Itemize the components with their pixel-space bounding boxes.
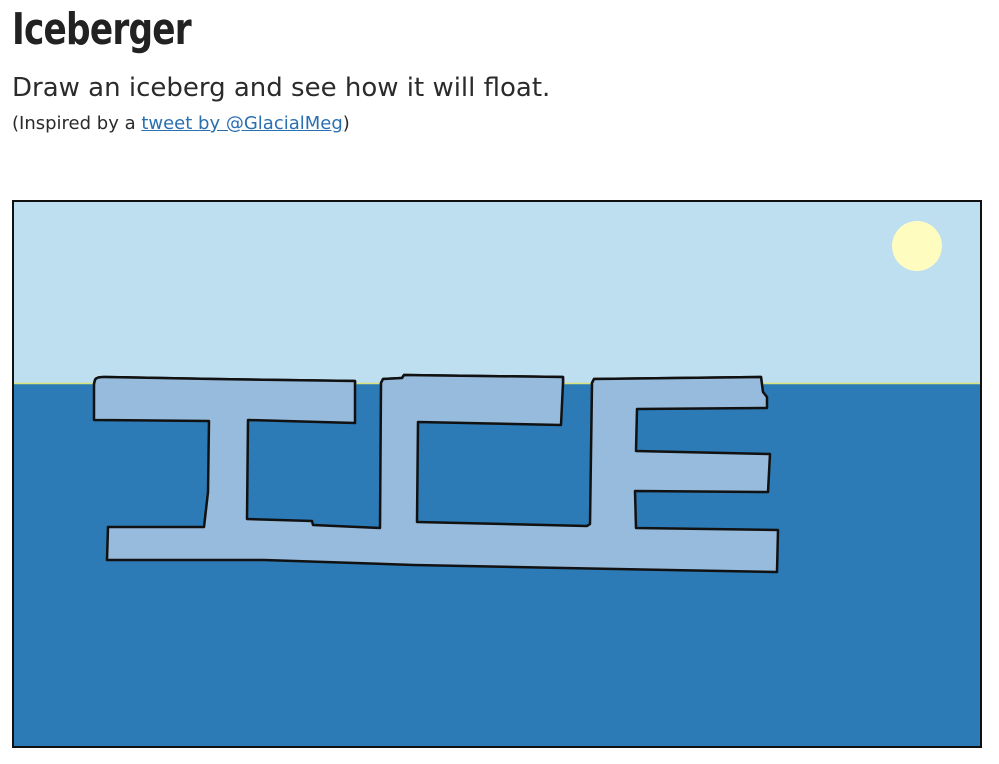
page: Iceberger Draw an iceberg and see how it… <box>0 0 999 764</box>
credit-prefix: (Inspired by a <box>12 113 142 134</box>
tweet-link[interactable]: tweet by @GlacialMeg <box>141 113 342 134</box>
iceberg-canvas[interactable] <box>12 200 982 748</box>
page-subtitle: Draw an iceberg and see how it will floa… <box>12 73 551 103</box>
sun-icon <box>892 221 942 271</box>
scene-svg[interactable] <box>14 202 980 746</box>
sky <box>14 202 980 384</box>
credit-line: (Inspired by a tweet by @GlacialMeg) <box>12 113 350 135</box>
page-title: Iceberger <box>12 4 192 55</box>
credit-suffix: ) <box>342 113 350 134</box>
